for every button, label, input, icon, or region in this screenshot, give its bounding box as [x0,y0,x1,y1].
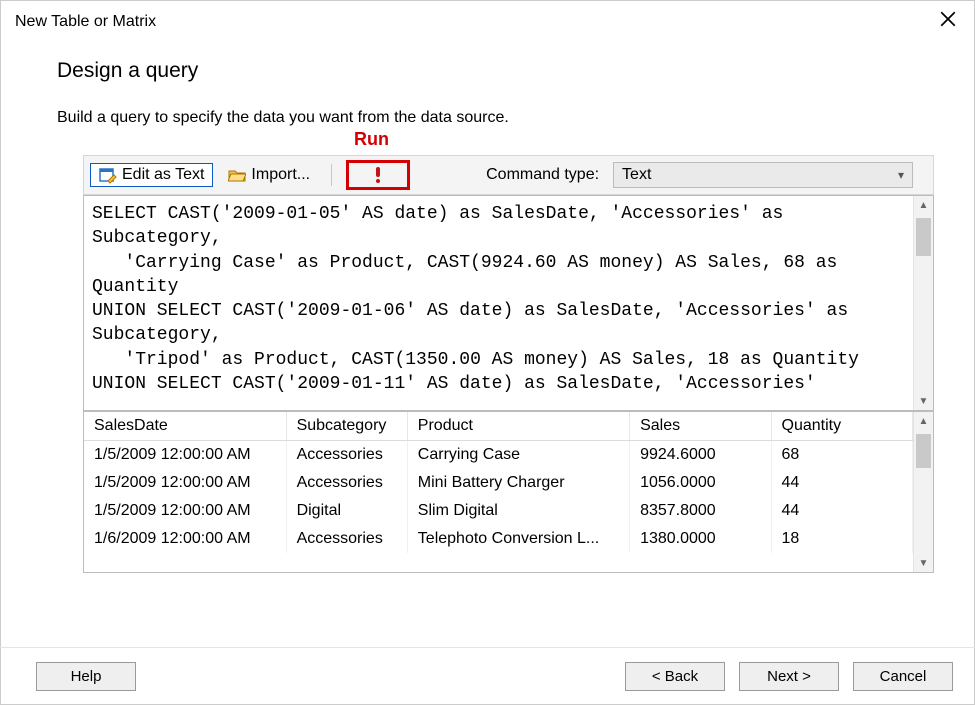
cell-product: Slim Digital [407,497,629,525]
exclamation-icon [369,166,387,184]
table-row[interactable]: 1/5/2009 12:00:00 AM Accessories Carryin… [84,441,913,470]
cell-quantity: 44 [771,469,913,497]
page-heading: Design a query [57,59,934,83]
close-icon [939,10,957,28]
run-query-button[interactable] [346,160,410,190]
chevron-down-icon: ▾ [898,168,904,182]
help-button[interactable]: Help [36,662,136,691]
wizard-content: Design a query Build a query to specify … [1,39,974,573]
cell-sales: 1380.0000 [630,525,771,553]
cell-sales: 9924.6000 [630,441,771,470]
query-text[interactable]: SELECT CAST('2009-01-05' AS date) as Sal… [84,196,913,410]
scroll-down-icon[interactable]: ▼ [914,392,933,410]
edit-as-text-button[interactable]: Edit as Text [90,163,213,187]
cell-product: Carrying Case [407,441,629,470]
import-button[interactable]: Import... [219,163,319,187]
designer-toolbar: Run Edit as Text Import... Command ty [83,155,934,195]
query-text-area: SELECT CAST('2009-01-05' AS date) as Sal… [83,195,934,411]
wizard-footer: Help < Back Next > Cancel [0,647,975,705]
table-row[interactable]: 1/5/2009 12:00:00 AM Digital Slim Digita… [84,497,913,525]
cell-salesdate: 1/5/2009 12:00:00 AM [84,441,286,470]
title-bar: New Table or Matrix [1,1,974,39]
cell-sales: 8357.8000 [630,497,771,525]
col-header-sales[interactable]: Sales [630,412,771,441]
cell-subcategory: Accessories [286,469,407,497]
col-header-product[interactable]: Product [407,412,629,441]
cell-quantity: 68 [771,441,913,470]
cell-sales: 1056.0000 [630,469,771,497]
results-header-row: SalesDate Subcategory Product Sales Quan… [84,412,913,441]
cell-salesdate: 1/6/2009 12:00:00 AM [84,525,286,553]
cell-subcategory: Accessories [286,441,407,470]
cell-subcategory: Accessories [286,525,407,553]
query-designer: Run Edit as Text Import... Command ty [83,155,934,573]
results-scrollbar[interactable]: ▲ ▼ [913,412,933,572]
col-header-subcategory[interactable]: Subcategory [286,412,407,441]
scroll-up-icon[interactable]: ▲ [914,196,933,214]
col-header-quantity[interactable]: Quantity [771,412,913,441]
page-subtext: Build a query to specify the data you wa… [57,109,934,127]
window-title: New Table or Matrix [15,13,156,31]
cell-product: Telephoto Conversion L... [407,525,629,553]
folder-open-icon [228,166,246,184]
results-table: SalesDate Subcategory Product Sales Quan… [84,412,913,553]
command-type-value: Text [622,166,651,184]
table-row[interactable]: 1/6/2009 12:00:00 AM Accessories Telepho… [84,525,913,553]
cell-salesdate: 1/5/2009 12:00:00 AM [84,469,286,497]
table-row[interactable]: 1/5/2009 12:00:00 AM Accessories Mini Ba… [84,469,913,497]
import-label: Import... [251,166,310,184]
scroll-track[interactable] [914,214,933,392]
cancel-button[interactable]: Cancel [853,662,953,691]
scroll-down-icon[interactable]: ▼ [914,554,933,572]
cell-subcategory: Digital [286,497,407,525]
scroll-track[interactable] [914,430,933,554]
run-annotation: Run [354,129,389,150]
next-button[interactable]: Next > [739,662,839,691]
command-type-select[interactable]: Text ▾ [613,162,913,188]
scroll-thumb[interactable] [916,218,931,256]
close-button[interactable] [936,10,960,34]
results-grid: SalesDate Subcategory Product Sales Quan… [83,411,934,573]
cell-quantity: 18 [771,525,913,553]
edit-text-icon [99,166,117,184]
scroll-up-icon[interactable]: ▲ [914,412,933,430]
query-scrollbar[interactable]: ▲ ▼ [913,196,933,410]
cell-quantity: 44 [771,497,913,525]
command-type-label: Command type: [486,166,599,184]
cell-product: Mini Battery Charger [407,469,629,497]
edit-as-text-label: Edit as Text [122,166,204,184]
cell-salesdate: 1/5/2009 12:00:00 AM [84,497,286,525]
col-header-salesdate[interactable]: SalesDate [84,412,286,441]
back-button[interactable]: < Back [625,662,725,691]
toolbar-divider [331,164,332,186]
scroll-thumb[interactable] [916,434,931,468]
